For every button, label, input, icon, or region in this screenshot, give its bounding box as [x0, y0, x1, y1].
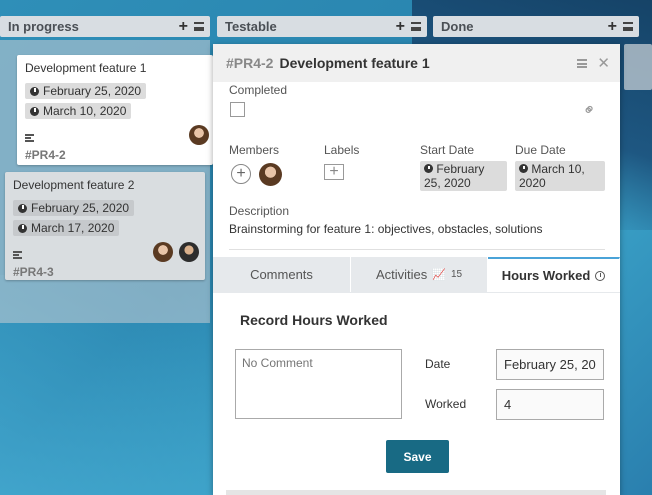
- record-hours-title: Record Hours Worked: [240, 312, 388, 328]
- list-title: Testable: [225, 19, 277, 34]
- save-button[interactable]: Save: [386, 440, 449, 473]
- tab-bar: Comments Activities 📈 15 Hours Worked: [213, 257, 620, 293]
- card-id: #PR4-2: [226, 55, 274, 71]
- date-input[interactable]: [496, 349, 604, 380]
- tab-label: Comments: [250, 267, 313, 282]
- card-pr4-3[interactable]: Development feature 2 February 25, 2020 …: [5, 172, 205, 280]
- list-menu-icon[interactable]: [194, 22, 204, 31]
- modal-title: #PR4-2 Development feature 1: [226, 55, 430, 71]
- list-done: Done +: [433, 16, 639, 37]
- link-icon[interactable]: ⚭: [577, 98, 601, 122]
- add-label-button[interactable]: +: [324, 164, 344, 180]
- card-id: #PR4-2: [25, 148, 66, 162]
- clock-icon: [519, 164, 528, 173]
- list-title: Done: [441, 19, 474, 34]
- start-date: February 25, 2020: [43, 84, 142, 98]
- next-list-edge: [624, 44, 652, 90]
- date-label: Date: [425, 357, 451, 371]
- clock-icon: [424, 164, 433, 173]
- start-date-chip: February 25, 2020: [13, 200, 135, 216]
- tab-comments[interactable]: Comments: [213, 257, 351, 292]
- start-date-chip: February 25, 2020: [25, 83, 147, 99]
- tab-activities[interactable]: Activities 📈 15: [351, 257, 488, 292]
- close-icon[interactable]: ✕: [597, 54, 610, 72]
- clock-icon: [595, 270, 606, 281]
- start-date-field[interactable]: February 25, 2020: [420, 161, 507, 191]
- description-text[interactable]: Brainstorming for feature 1: objectives,…: [229, 222, 543, 236]
- card-title: Development feature 1: [25, 61, 147, 75]
- add-card-icon[interactable]: +: [396, 18, 405, 35]
- description-icon: [13, 251, 22, 259]
- list-menu-icon[interactable]: [623, 22, 633, 31]
- avatar[interactable]: [153, 242, 173, 262]
- activity-count: 15: [450, 269, 463, 280]
- start-date-label: Start Date: [420, 143, 475, 157]
- comment-input[interactable]: [235, 349, 402, 419]
- modal-menu-icon[interactable]: [577, 58, 588, 68]
- card-detail-modal: #PR4-2 Development feature 1 ✕ Completed …: [213, 44, 620, 495]
- modal-header: #PR4-2 Development feature 1 ✕: [213, 44, 620, 82]
- list-in-progress: In progress +: [0, 16, 210, 37]
- add-member-button[interactable]: +: [231, 164, 251, 184]
- due-date: March 17, 2020: [31, 221, 115, 235]
- add-card-icon[interactable]: +: [179, 18, 188, 35]
- avatar[interactable]: [179, 242, 199, 262]
- clock-icon: [18, 203, 27, 213]
- completed-checkbox[interactable]: [230, 102, 245, 117]
- worked-input[interactable]: [496, 389, 604, 420]
- description-label: Description: [229, 204, 290, 218]
- divider: [229, 249, 605, 250]
- completed-label: Completed: [229, 83, 288, 97]
- worked-label: Worked: [425, 397, 467, 411]
- start-date-value: February 25, 2020: [424, 162, 485, 190]
- tab-label: Activities: [375, 267, 428, 282]
- card-title: Development feature 2: [13, 178, 135, 192]
- due-date-value: March 10, 2020: [519, 162, 585, 190]
- list-testable: Testable +: [217, 16, 427, 37]
- list-menu-icon[interactable]: [411, 22, 421, 31]
- card-title[interactable]: Development feature 1: [279, 55, 429, 71]
- card-id: #PR4-3: [13, 265, 54, 279]
- due-date: March 10, 2020: [43, 104, 127, 118]
- chart-icon: 📈: [432, 269, 446, 281]
- clock-icon: [30, 106, 39, 116]
- due-date-field[interactable]: March 10, 2020: [515, 161, 605, 191]
- list-title: In progress: [8, 19, 79, 34]
- start-date: February 25, 2020: [31, 201, 130, 215]
- tab-hours-worked[interactable]: Hours Worked: [488, 257, 620, 292]
- due-date-chip: March 17, 2020: [13, 220, 120, 236]
- clock-icon: [18, 223, 27, 233]
- due-date-chip: March 10, 2020: [25, 103, 132, 119]
- members-label: Members: [229, 143, 280, 157]
- tab-label: Hours Worked: [501, 268, 591, 283]
- description-icon: [25, 134, 34, 142]
- labels-label: Labels: [324, 143, 360, 157]
- footer-bar: [226, 490, 606, 495]
- due-date-label: Due Date: [515, 143, 566, 157]
- avatar[interactable]: [189, 125, 209, 145]
- card-pr4-2[interactable]: Development feature 1 February 25, 2020 …: [17, 55, 213, 165]
- add-card-icon[interactable]: +: [608, 18, 617, 35]
- avatar[interactable]: [259, 163, 282, 186]
- clock-icon: [30, 86, 39, 96]
